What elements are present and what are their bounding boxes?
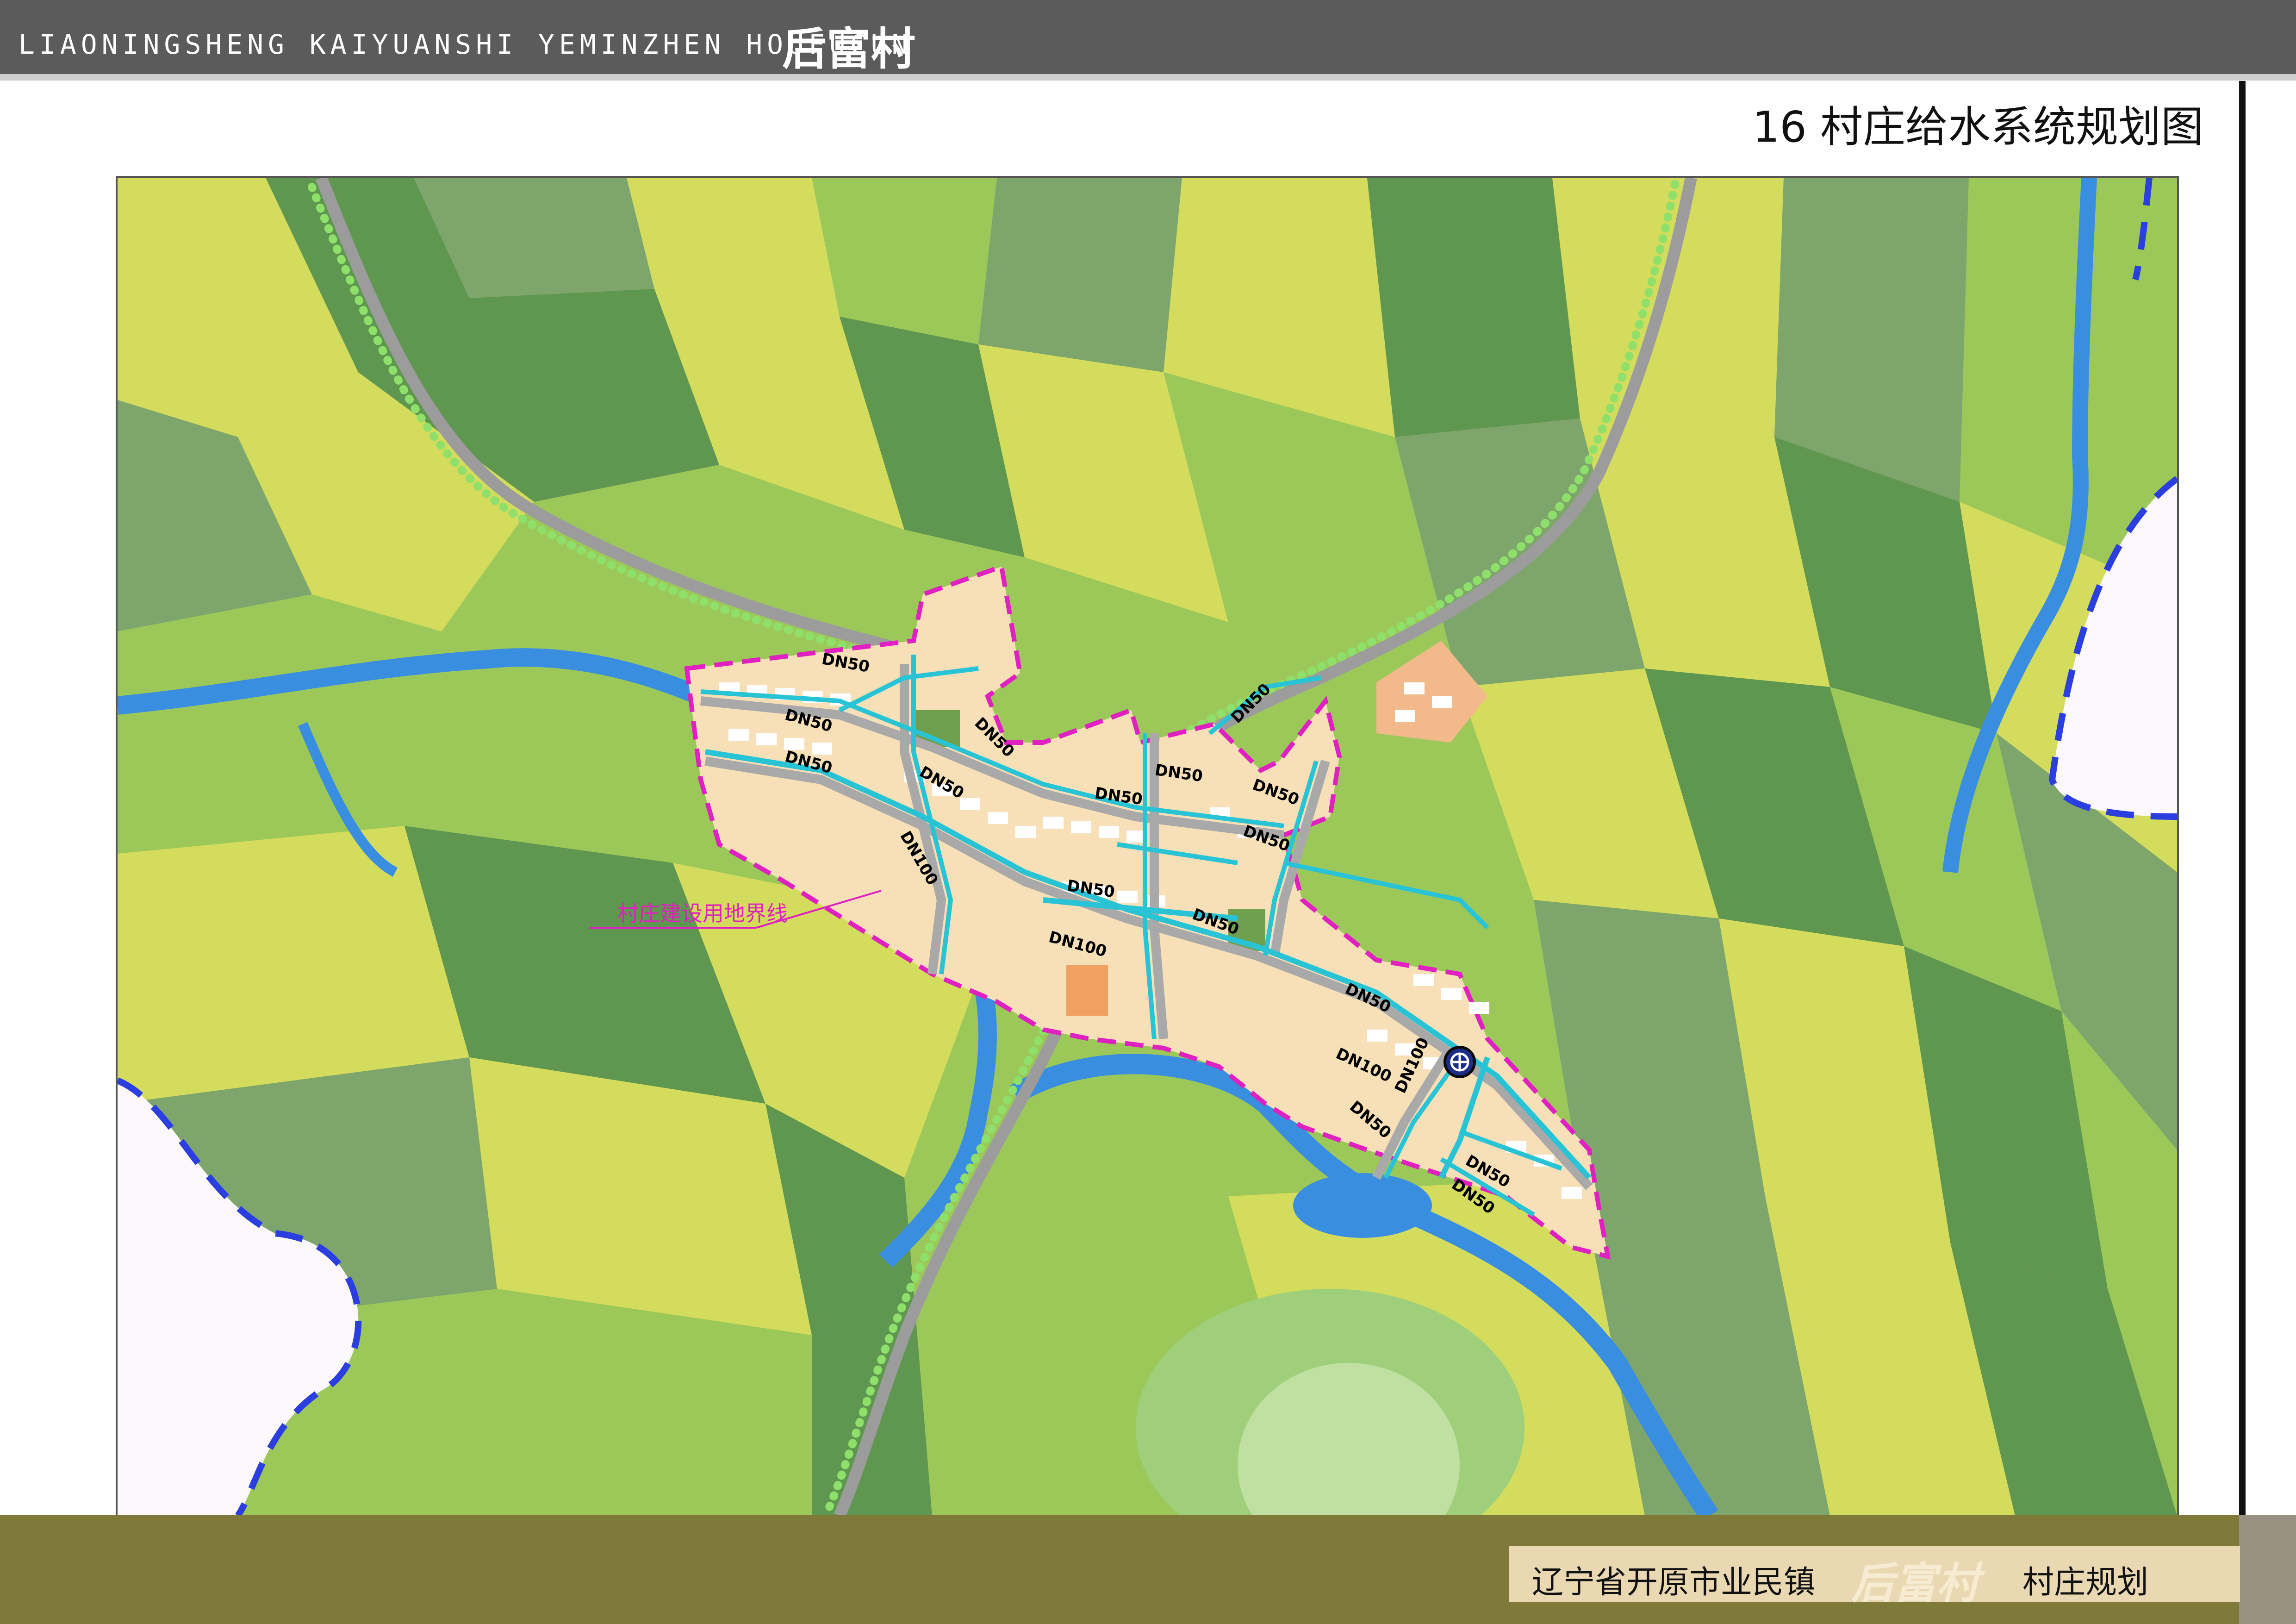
building	[728, 729, 749, 741]
boundary-label: 村庄建设用地界线	[617, 901, 788, 926]
footer-suffix: 村庄规划	[2022, 1564, 2149, 1601]
footer-location: 辽宁省开原市业民镇	[1532, 1564, 1816, 1601]
building	[988, 812, 1008, 824]
building	[756, 733, 777, 745]
header-bar: LIAONINGSHENG KAIYUANSHI YEMINZHEN HOUFU…	[0, 0, 2296, 81]
building	[1015, 826, 1036, 838]
water-plant-icon	[1444, 1046, 1476, 1078]
building	[960, 798, 980, 810]
building	[1441, 988, 1462, 1000]
building	[812, 743, 832, 755]
chinese-title: 后富村	[782, 23, 915, 75]
field-patch	[118, 594, 442, 854]
field-patch	[1367, 178, 1580, 437]
building	[1117, 891, 1138, 903]
building	[1404, 682, 1425, 694]
sheet-title: 16 村庄给水系统规划图	[1752, 102, 2203, 152]
building	[1367, 1030, 1388, 1042]
building	[1043, 817, 1064, 829]
pinyin-title: LIAONINGSHENG KAIYUANSHI YEMINZHEN HOUFU…	[19, 29, 913, 60]
water-supply-map: DN50 DN50 DN50 DN50 DN50 DN50 DN50 DN50 …	[118, 178, 2177, 1516]
building	[1099, 826, 1119, 838]
footer-plate: 辽宁省开原市业民镇 后富村 村庄规划	[1509, 1546, 2240, 1608]
building	[1395, 710, 1415, 722]
footer-tab	[2239, 1515, 2296, 1624]
field-patch	[978, 178, 1182, 372]
building	[1469, 1002, 1489, 1014]
map-frame: DN50 DN50 DN50 DN50 DN50 DN50 DN50 DN50 …	[116, 176, 2179, 1518]
building	[1562, 1187, 1582, 1199]
building	[1071, 821, 1091, 833]
public-lot	[1066, 965, 1108, 1016]
pond	[1293, 1173, 1432, 1238]
footer-village: 后富村	[1851, 1559, 1979, 1608]
building	[1413, 974, 1434, 986]
right-rule	[2239, 81, 2246, 1624]
building	[1432, 696, 1452, 708]
